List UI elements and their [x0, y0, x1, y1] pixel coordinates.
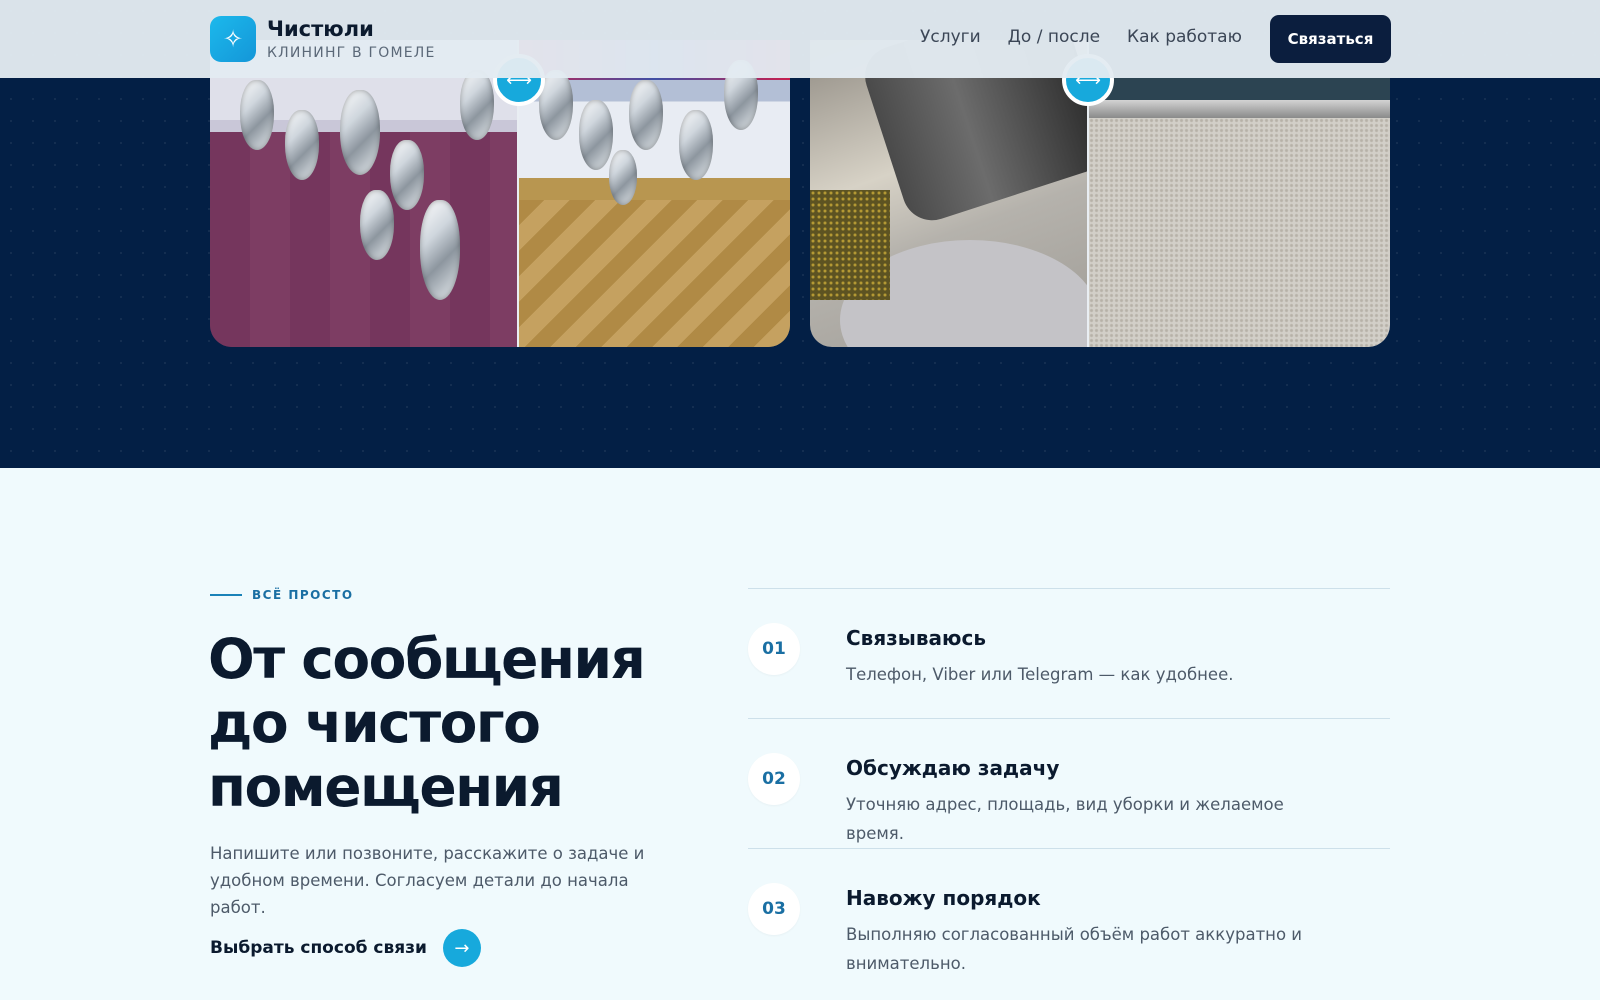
section-headline: От сообщения до чистого помещения [208, 627, 646, 819]
step-text: Выполняю согласованный объём работ аккур… [846, 925, 1303, 973]
step-title: Связываюсь [846, 626, 986, 650]
sparkle-icon: ✧ [222, 25, 244, 53]
section-eyebrow: ВСЁ ПРОСТО [210, 588, 354, 602]
brand-tagline: КЛИНИНГ В ГОМЕЛЕ [267, 45, 436, 61]
step-number: 01 [748, 623, 800, 675]
step-title: Обсуждаю задачу [846, 756, 1060, 780]
before-photo [210, 40, 517, 347]
before-photo [810, 40, 1087, 347]
step-item: 01 Связываюсь Телефон, Viber или Telegra… [748, 588, 1390, 718]
logo[interactable]: ✧ [210, 16, 256, 62]
compare-card-carpet[interactable]: ⟷ [810, 40, 1390, 347]
arrow-right-icon[interactable]: → [442, 929, 481, 967]
contact-button[interactable]: Связаться [1270, 15, 1391, 63]
after-photo [519, 40, 790, 347]
brand-name[interactable]: Чистюли [267, 17, 374, 41]
nav-link-services[interactable]: Услуги [920, 27, 981, 47]
nav-link-how-i-work[interactable]: Как работаю [1127, 27, 1242, 47]
after-photo [1089, 40, 1390, 347]
step-item: 03 Навожу порядок Выполняю согласованный… [748, 848, 1390, 978]
step-item: 02 Обсуждаю задачу Уточняю адрес, площад… [748, 718, 1390, 848]
step-number: 02 [748, 753, 800, 805]
section-lead: Напишите или позвоните, расскажите о зад… [210, 844, 645, 917]
nav-link-before-after[interactable]: До / после [1008, 27, 1100, 47]
eyebrow-line [210, 594, 242, 596]
site-header: ✧ Чистюли КЛИНИНГ В ГОМЕЛЕ Услуги До / п… [0, 0, 1600, 78]
steps-list: 01 Связываюсь Телефон, Viber или Telegra… [748, 588, 1390, 978]
choose-contact-label[interactable]: Выбрать способ связи [210, 938, 427, 958]
step-text: Уточняю адрес, площадь, вид уборки и жел… [846, 795, 1284, 843]
compare-card-chandelier[interactable]: ⟷ [210, 40, 790, 347]
step-text: Телефон, Viber или Telegram — как удобне… [846, 665, 1234, 684]
choose-contact-link[interactable]: Выбрать способ связи → [210, 929, 481, 967]
step-title: Навожу порядок [846, 886, 1041, 910]
eyebrow-label: ВСЁ ПРОСТО [252, 588, 354, 602]
main-nav: Услуги До / после Как работаю [920, 27, 1242, 47]
step-number: 03 [748, 883, 800, 935]
